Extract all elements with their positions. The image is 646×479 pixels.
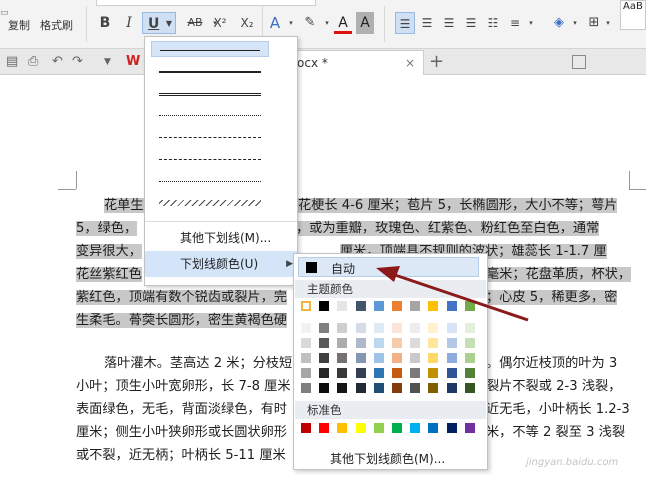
watermark: jingyan.baidu.com: [526, 457, 619, 468]
arrow-shaft: [391, 272, 529, 322]
arrow-head: [376, 266, 400, 282]
annotation-arrow: [376, 266, 529, 322]
